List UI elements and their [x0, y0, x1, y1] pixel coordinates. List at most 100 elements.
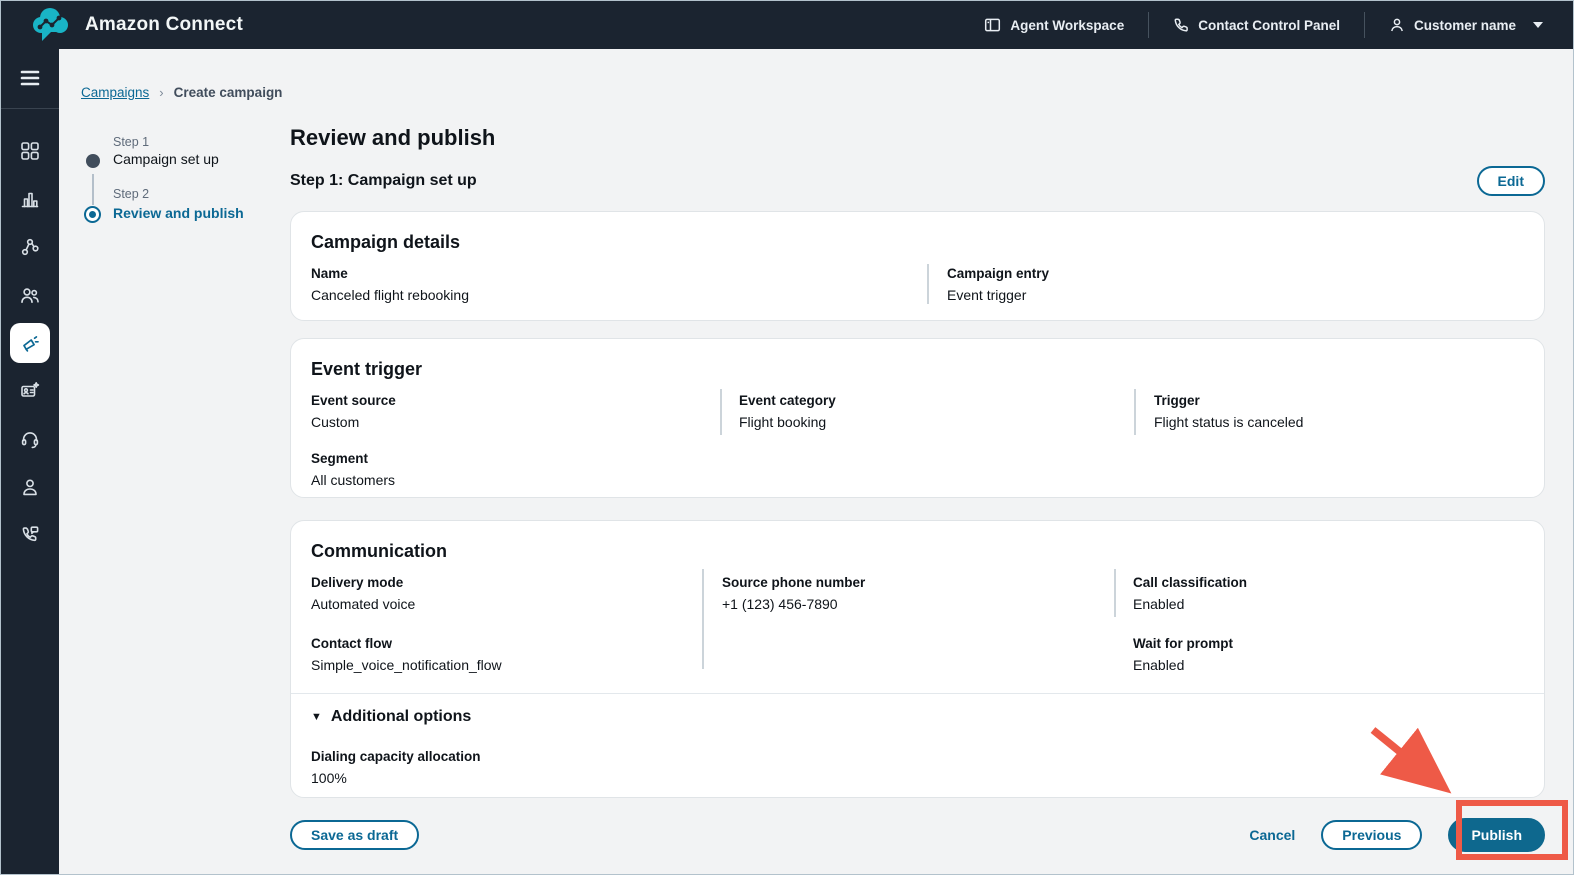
sidebar-item-campaigns[interactable]	[1, 333, 59, 353]
agent-workspace-icon	[984, 17, 1001, 33]
field-value: Enabled	[1133, 595, 1524, 614]
breadcrumb-separator-icon: ›	[159, 85, 163, 100]
breadcrumb-campaigns-link[interactable]: Campaigns	[81, 85, 149, 100]
amazon-connect-window: Amazon Connect Agent Workspace Contact C…	[0, 0, 1574, 875]
sidebar-item-profile[interactable]	[1, 477, 59, 497]
field-source-phone-number: Source phone number +1 (123) 456-7890	[702, 574, 1114, 614]
menu-icon[interactable]	[1, 63, 59, 93]
field-value: Event trigger	[947, 286, 1524, 305]
field-label: Delivery mode	[311, 574, 702, 591]
sidebar-item-calls[interactable]	[1, 525, 59, 545]
field-event-category: Event category Flight booking	[720, 392, 1134, 432]
user-icon	[1389, 17, 1405, 33]
step-navigation: Step 1 Campaign set up Step 2 Review and…	[83, 135, 303, 245]
field-label: Event category	[739, 392, 1134, 409]
section-header: Step 1: Campaign set up Edit	[290, 166, 1545, 196]
save-as-draft-button[interactable]: Save as draft	[290, 820, 419, 850]
field-name: Name Canceled flight rebooking	[311, 265, 927, 305]
step-connector	[92, 174, 94, 205]
field-label: Event source	[311, 392, 720, 409]
field-label: Contact flow	[311, 635, 702, 652]
sidebar-item-analytics[interactable]	[1, 189, 59, 209]
sidebar-nav	[1, 141, 59, 545]
breadcrumb: Campaigns › Create campaign	[81, 85, 282, 100]
sidebar-item-agent-support[interactable]	[1, 429, 59, 449]
field-value: Flight status is canceled	[1154, 413, 1524, 432]
cancel-button[interactable]: Cancel	[1249, 827, 1295, 843]
page-title: Review and publish	[290, 124, 1545, 152]
step1-label: Step 1	[113, 135, 149, 149]
field-campaign-entry: Campaign entry Event trigger	[927, 265, 1524, 305]
active-item-highlight	[10, 323, 50, 363]
phone-chat-icon	[20, 525, 40, 545]
field-wait-for-prompt: Wait for prompt Enabled	[1114, 635, 1524, 675]
field-label: Dialing capacity allocation	[311, 748, 1524, 765]
field-event-source: Event source Custom	[311, 392, 720, 432]
chevron-down-icon	[1533, 22, 1543, 28]
field-value: Enabled	[1133, 656, 1524, 675]
column-divider	[927, 264, 929, 304]
step2-link[interactable]: Review and publish	[113, 205, 244, 221]
field-delivery-mode: Delivery mode Automated voice	[311, 574, 702, 614]
previous-button[interactable]: Previous	[1321, 820, 1422, 850]
field-value: Canceled flight rebooking	[311, 286, 927, 305]
field-label: Source phone number	[722, 574, 1114, 591]
communication-card: Communication Delivery mode Automated vo…	[290, 520, 1545, 798]
field-contact-flow: Contact flow Simple_voice_notification_f…	[311, 635, 702, 675]
chevron-down-icon: ▼	[311, 711, 322, 723]
campaign-details-card: Campaign details Name Canceled flight re…	[290, 211, 1545, 321]
column-divider	[1134, 389, 1136, 435]
field-value: 100%	[311, 769, 1524, 788]
agent-workspace-label: Agent Workspace	[1010, 18, 1124, 33]
amazon-connect-logo	[29, 6, 71, 44]
top-nav: Agent Workspace Contact Control Panel Cu…	[980, 11, 1573, 39]
field-label: Campaign entry	[947, 265, 1524, 282]
field-value: Flight booking	[739, 413, 1134, 432]
field-call-classification: Call classification Enabled	[1114, 574, 1524, 614]
content-column: Review and publish Step 1: Campaign set …	[290, 124, 1545, 852]
step1-link[interactable]: Campaign set up	[113, 151, 219, 167]
field-label: Call classification	[1133, 574, 1524, 591]
edit-button[interactable]: Edit	[1477, 166, 1545, 196]
column-divider	[702, 569, 704, 669]
field-segment: Segment All customers	[311, 450, 720, 490]
brand: Amazon Connect	[1, 6, 243, 44]
additional-options-toggle[interactable]: ▼ Additional options	[311, 708, 1524, 726]
phone-icon	[1173, 17, 1189, 33]
card-title: Event trigger	[311, 359, 1524, 380]
section-divider	[291, 693, 1544, 694]
sidebar-item-contacts[interactable]	[1, 381, 59, 401]
card-title: Communication	[311, 541, 1524, 562]
sidebar-item-dashboard[interactable]	[1, 141, 59, 161]
bar-chart-icon	[20, 189, 40, 209]
megaphone-icon	[20, 333, 40, 353]
customer-menu-button[interactable]: Customer name	[1385, 11, 1547, 39]
additional-options-title: Additional options	[331, 708, 471, 726]
publish-button[interactable]: Publish	[1448, 818, 1545, 852]
column-divider	[720, 389, 722, 435]
contact-control-panel-button[interactable]: Contact Control Panel	[1169, 11, 1344, 39]
nav-divider	[1364, 12, 1365, 38]
users-icon	[20, 285, 40, 305]
field-value: Custom	[311, 413, 720, 432]
nav-divider	[1148, 12, 1149, 38]
agent-workspace-button[interactable]: Agent Workspace	[980, 11, 1128, 39]
field-dialing-capacity-allocation: Dialing capacity allocation 100%	[311, 748, 1524, 788]
sidebar-item-users[interactable]	[1, 285, 59, 305]
field-label: Name	[311, 265, 927, 282]
footer-actions: Save as draft Cancel Previous Publish	[290, 818, 1545, 852]
column-divider	[1114, 569, 1116, 617]
field-label: Wait for prompt	[1133, 635, 1524, 652]
field-trigger: Trigger Flight status is canceled	[1134, 392, 1524, 432]
field-label: Segment	[311, 450, 720, 467]
top-header: Amazon Connect Agent Workspace Contact C…	[1, 1, 1573, 49]
step2-active-radio	[84, 206, 101, 223]
sidebar	[1, 49, 59, 874]
person-icon	[20, 477, 40, 497]
field-label: Trigger	[1154, 392, 1524, 409]
field-value: All customers	[311, 471, 720, 490]
sidebar-item-routing[interactable]	[1, 237, 59, 257]
contact-card-icon	[20, 381, 40, 401]
event-trigger-card: Event trigger Event source Custom Event …	[290, 338, 1545, 498]
breadcrumb-current: Create campaign	[174, 85, 283, 100]
